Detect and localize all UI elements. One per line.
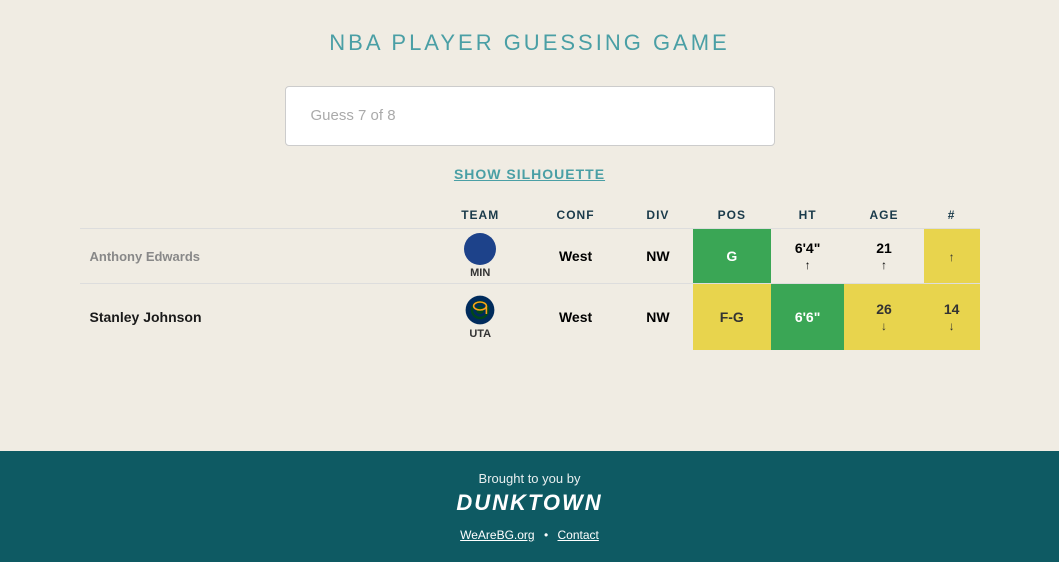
min-team-logo [464,233,496,265]
page-title: NBA PLAYER GUESSING GAME [329,30,729,56]
col-header-ht: HT [771,202,844,229]
footer-link-contact[interactable]: Contact [558,528,599,542]
div-cell: NW [623,284,692,351]
player-name: Stanley Johnson [80,284,433,351]
col-header-div: DIV [623,202,692,229]
col-header-age: AGE [844,202,923,229]
age-arrow: ↓ [881,319,887,333]
ht-cell: 6'4" ↑ [771,229,844,284]
ht-arrow: ↑ [805,258,811,272]
team-cell: UTA [433,284,528,351]
ht-cell: 6'6" [771,284,844,351]
guess-input-container: Guess 7 of 8 [285,86,775,146]
col-header-conf: CONF [528,202,623,229]
player-name: Anthony Edwards [80,229,433,284]
team-abbr: UTA [469,328,491,340]
number-arrow: ↓ [949,319,955,333]
number-cell: 14 ↓ [924,284,980,351]
show-silhouette-button[interactable]: SHOW SILHOUETTE [454,166,605,182]
guess-input-placeholder: Guess 7 of 8 [311,107,396,124]
main-content: NBA PLAYER GUESSING GAME Guess 7 of 8 SH… [0,0,1059,451]
uta-team-logo [464,294,496,326]
guesses-table: TEAM CONF DIV POS HT AGE # Anthony Edwar… [80,202,980,350]
footer-brought-label: Brought to you by [20,471,1039,486]
footer-separator: • [544,528,548,542]
col-header-team: TEAM [433,202,528,229]
col-header-pos: POS [693,202,771,229]
guesses-table-wrapper: TEAM CONF DIV POS HT AGE # Anthony Edwar… [80,202,980,350]
footer-link-wearebg[interactable]: WeAreBG.org [460,528,534,542]
age-cell: 21 ↑ [844,229,923,284]
pos-cell: F-G [693,284,771,351]
number-cell: ↑ [924,229,980,284]
table-row: Stanley Johnson [80,284,980,351]
table-header-row: TEAM CONF DIV POS HT AGE # [80,202,980,229]
conf-cell: West [528,284,623,351]
pos-cell: G [693,229,771,284]
footer-links: WeAreBG.org • Contact [20,528,1039,542]
footer-brand: DUNKTOWN [20,490,1039,516]
age-arrow: ↑ [881,258,887,272]
col-header-name [80,202,433,229]
footer: Brought to you by DUNKTOWN WeAreBG.org •… [0,451,1059,562]
conf-cell: West [528,229,623,284]
number-arrow: ↑ [949,250,955,264]
team-abbr: MIN [470,267,490,279]
team-cell: MIN [433,229,528,284]
table-row: Anthony Edwards MIN West [80,229,980,284]
div-cell: NW [623,229,692,284]
age-cell: 26 ↓ [844,284,923,351]
col-header-number: # [924,202,980,229]
